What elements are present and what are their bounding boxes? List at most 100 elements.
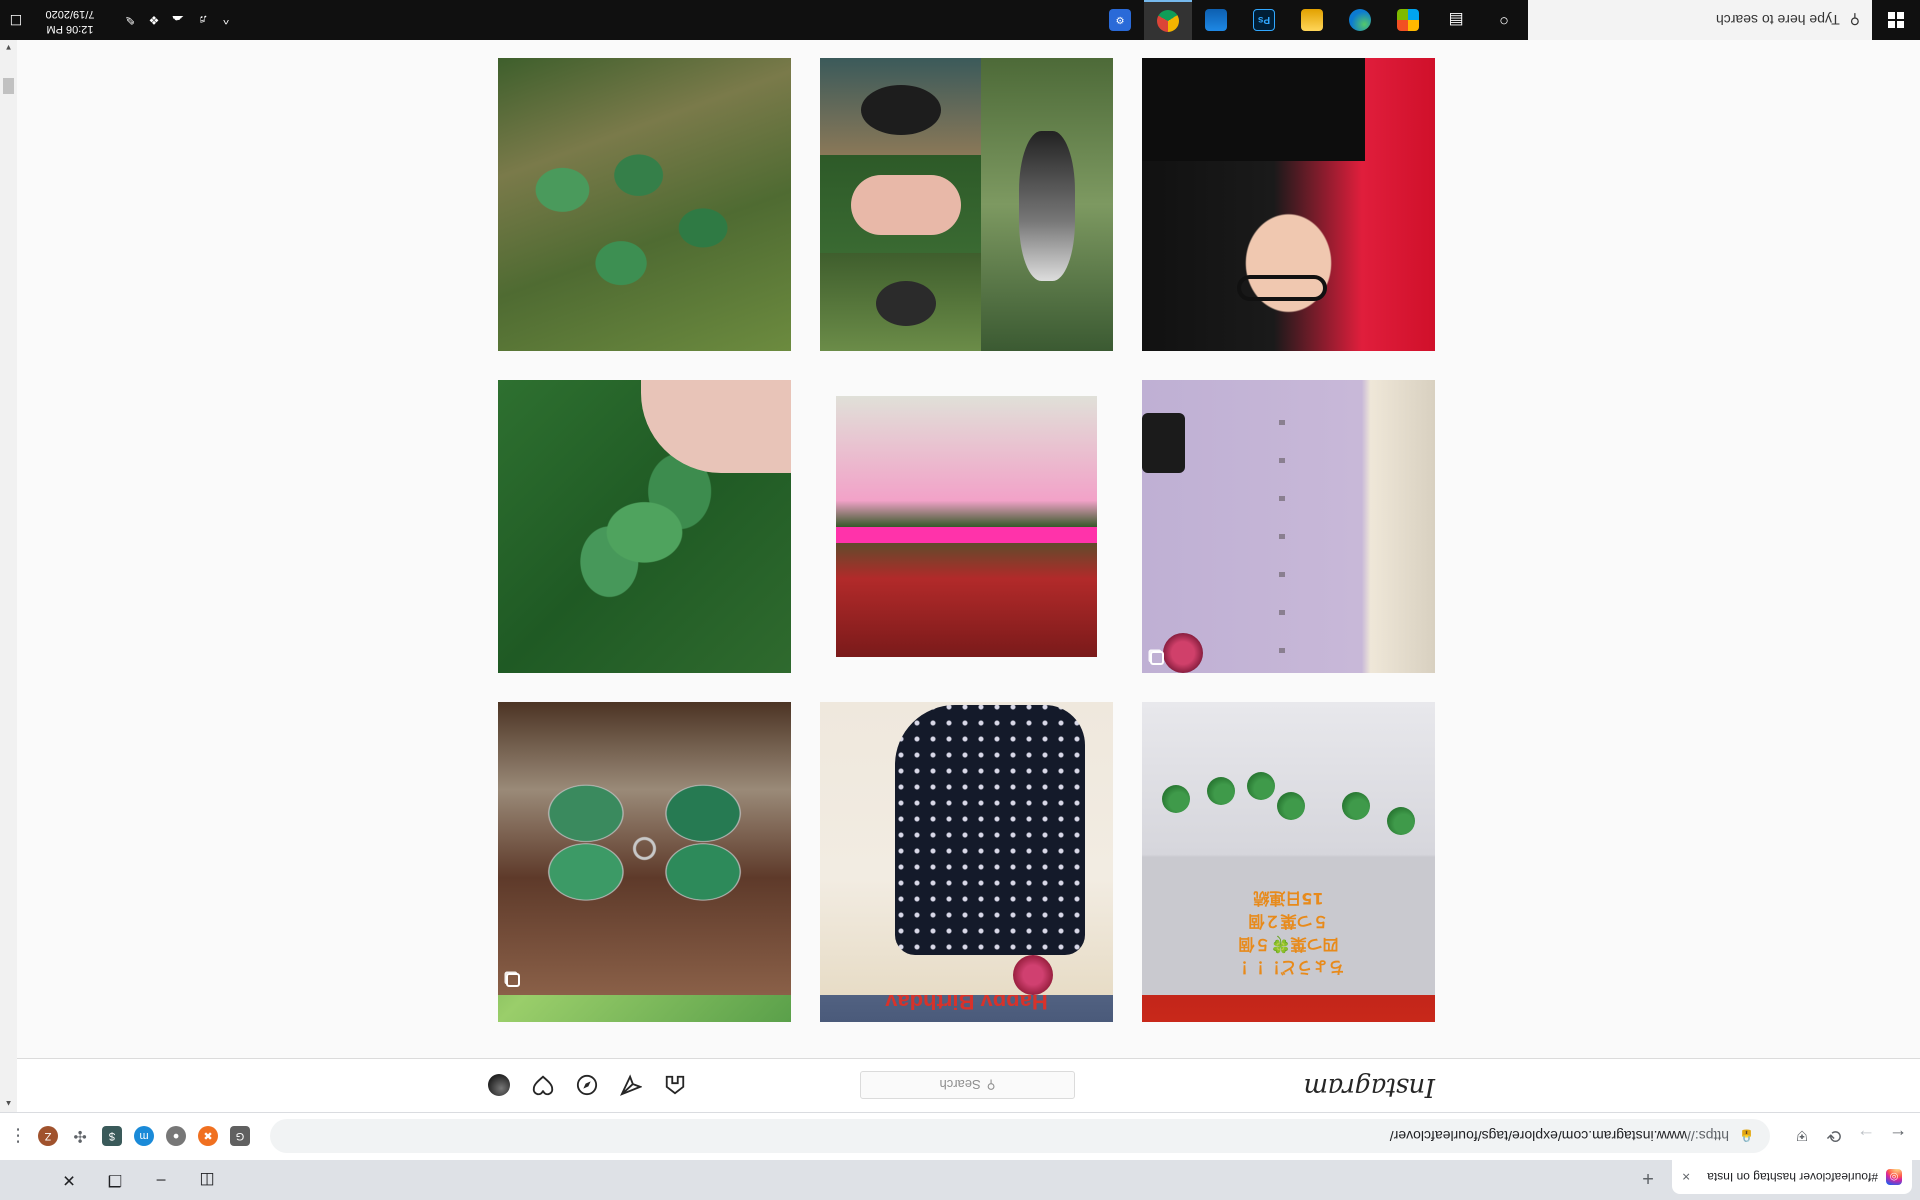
mail-app-icon bbox=[1205, 9, 1227, 31]
page-scrollbar[interactable]: ▲ ▼ bbox=[0, 40, 17, 1112]
glasses-shape bbox=[1237, 275, 1327, 301]
clock-time: 12:06 PM bbox=[46, 23, 94, 35]
collage-clover-panel bbox=[820, 155, 981, 253]
tray-chevron-icon[interactable]: ^ bbox=[214, 0, 238, 40]
tab-search-icon[interactable]: ◫ bbox=[184, 1160, 230, 1200]
minimize-button[interactable]: – bbox=[138, 1160, 184, 1200]
taskbar-search-input[interactable]: ⚲ Type here to search bbox=[1528, 0, 1872, 40]
search-input[interactable]: ⚲ Search bbox=[860, 1071, 1075, 1099]
post-anime-art[interactable] bbox=[820, 380, 1113, 673]
chrome-app-icon bbox=[1157, 10, 1179, 32]
forward-button[interactable]: → bbox=[1852, 1122, 1880, 1150]
instagram-favicon-icon: ◎ bbox=[1886, 1169, 1902, 1185]
profile-avatar[interactable]: Z bbox=[38, 1126, 58, 1146]
explore-icon[interactable] bbox=[574, 1072, 600, 1098]
notification-icon[interactable]: ☐ bbox=[0, 0, 32, 40]
file-explorer-icon[interactable] bbox=[1288, 0, 1336, 40]
tab-title: #fourleafclover hashtag on Insta bbox=[1707, 1170, 1878, 1184]
search-icon: ⚲ bbox=[1849, 12, 1860, 29]
gear-app-icon: ⚙ bbox=[1109, 9, 1131, 31]
restore-button[interactable]: ❐ bbox=[92, 1160, 138, 1200]
multi-photo-icon bbox=[1150, 651, 1164, 665]
collage-dog-panel bbox=[981, 58, 1113, 351]
shirt-shape bbox=[1142, 58, 1365, 161]
scroll-down-arrow-icon[interactable]: ▼ bbox=[0, 40, 17, 56]
back-button[interactable]: ← bbox=[1884, 1122, 1912, 1150]
cortana-icon[interactable]: ○ bbox=[1480, 0, 1528, 40]
photoshop-icon[interactable]: Ps bbox=[1240, 0, 1288, 40]
taskbar-search-placeholder: Type here to search bbox=[1715, 12, 1840, 28]
new-tab-button[interactable]: + bbox=[1634, 1164, 1662, 1192]
extension-circle-icon[interactable]: ● bbox=[166, 1126, 186, 1146]
post-red-hair-selfie[interactable] bbox=[1142, 58, 1435, 351]
search-placeholder: Search bbox=[939, 1077, 981, 1093]
folder-app-icon bbox=[1301, 9, 1323, 31]
post-lilac-shirt[interactable] bbox=[1142, 380, 1435, 673]
clover-sprig bbox=[1247, 772, 1275, 800]
collage-panel bbox=[820, 58, 981, 155]
hand-shape bbox=[641, 380, 791, 473]
scroll-thumb[interactable] bbox=[3, 78, 14, 94]
tab-instagram[interactable]: ◎ #fourleafclover hashtag on Insta × bbox=[1672, 1160, 1912, 1194]
dress-shape bbox=[895, 705, 1085, 955]
post-four-leaf-in-hand[interactable] bbox=[498, 380, 791, 673]
app-icon[interactable]: ⚙ bbox=[1096, 0, 1144, 40]
profile-avatar-ig[interactable] bbox=[486, 1072, 512, 1098]
pen-icon[interactable]: ✎ bbox=[118, 0, 142, 40]
chrome-icon[interactable] bbox=[1144, 0, 1192, 40]
speaker-icon[interactable]: ♬ bbox=[190, 0, 214, 40]
taskbar-clock[interactable]: 12:06 PM 7/19/2020 bbox=[35, 6, 105, 36]
photoshop-app-icon: Ps bbox=[1253, 9, 1275, 31]
lock-icon: 🔒 bbox=[1739, 1129, 1754, 1143]
clock-date: 7/19/2020 bbox=[45, 8, 95, 20]
windows-taskbar: ⚲ Type here to search ○ ▤ Ps ⚙ ^ ♬ ☁ ❖ ✎ bbox=[0, 0, 1920, 40]
anime-pink-band bbox=[836, 527, 1097, 543]
avatar bbox=[488, 1074, 510, 1096]
post-jp-text: ちょうど！！！ 四つ葉🍀５個 ５つ葉２個 15日連続 bbox=[1232, 889, 1345, 977]
extension-m-icon[interactable]: m bbox=[134, 1126, 154, 1146]
store-app-icon bbox=[1397, 9, 1419, 31]
dark-object bbox=[1142, 413, 1185, 473]
chrome-menu-icon[interactable]: ⋮ bbox=[6, 1122, 30, 1150]
mail-icon[interactable] bbox=[1192, 0, 1240, 40]
activity-icon[interactable] bbox=[530, 1072, 556, 1098]
post-dog-collage[interactable] bbox=[820, 58, 1113, 351]
windows-logo-icon bbox=[1888, 12, 1904, 28]
edge-icon[interactable] bbox=[1336, 0, 1384, 40]
post-clover-grass[interactable] bbox=[498, 58, 791, 351]
scroll-up-arrow-icon[interactable]: ▲ bbox=[0, 1096, 17, 1112]
close-window-button[interactable]: ✕ bbox=[46, 1160, 92, 1200]
shield-icon[interactable]: ⛨ bbox=[1788, 1122, 1816, 1150]
extension-x-icon[interactable]: ✖ bbox=[198, 1126, 218, 1146]
clover-sprig bbox=[1207, 777, 1235, 805]
browser-tab-strip: ◎ #fourleafclover hashtag on Insta × + –… bbox=[0, 1160, 1920, 1200]
clover-sprig bbox=[1387, 807, 1415, 835]
tab-close-icon[interactable]: × bbox=[1682, 1169, 1690, 1185]
dropbox-icon[interactable]: ❖ bbox=[142, 0, 166, 40]
screen: ◎ #fourleafclover hashtag on Insta × + –… bbox=[0, 0, 1920, 1200]
browser-toolbar: ← → ⟳ ⛨ 🔒 https:// www.instagram.com/exp… bbox=[0, 1112, 1920, 1160]
post-clover-sprigs-text[interactable]: ちょうど！！！ 四つ葉🍀５個 ５つ葉２個 15日連続 bbox=[1142, 702, 1435, 995]
cloud-icon[interactable]: ☁ bbox=[166, 0, 190, 40]
home-icon[interactable] bbox=[662, 1072, 688, 1098]
rose-shape bbox=[1013, 955, 1053, 995]
rose-shape bbox=[1163, 633, 1203, 673]
collage-panel bbox=[820, 253, 981, 351]
task-view-icon[interactable]: ▤ bbox=[1432, 0, 1480, 40]
instagram-logo[interactable]: Instagram bbox=[1304, 1072, 1435, 1102]
start-button[interactable] bbox=[1872, 0, 1920, 40]
extension-g-icon[interactable]: G bbox=[230, 1126, 250, 1146]
store-icon[interactable] bbox=[1384, 0, 1432, 40]
post-stained-glass-clover[interactable] bbox=[498, 702, 791, 995]
search-icon: ⚲ bbox=[986, 1078, 996, 1092]
address-bar[interactable]: 🔒 https:// www.instagram.com/explore/tag… bbox=[270, 1119, 1770, 1153]
post-dot-dress[interactable] bbox=[820, 702, 1113, 995]
extension-dollar-icon[interactable]: $ bbox=[102, 1126, 122, 1146]
url-text: www.instagram.com/explore/tags/fourleafc… bbox=[1389, 1128, 1688, 1144]
reload-button[interactable]: ⟳ bbox=[1820, 1122, 1848, 1150]
extensions-puzzle-icon[interactable]: ✣ bbox=[70, 1126, 90, 1146]
clover-sprig bbox=[1277, 792, 1305, 820]
direct-icon[interactable] bbox=[618, 1072, 644, 1098]
instagram-header: Instagram ⚲ Search bbox=[17, 1058, 1920, 1112]
clover-sprig bbox=[1342, 792, 1370, 820]
